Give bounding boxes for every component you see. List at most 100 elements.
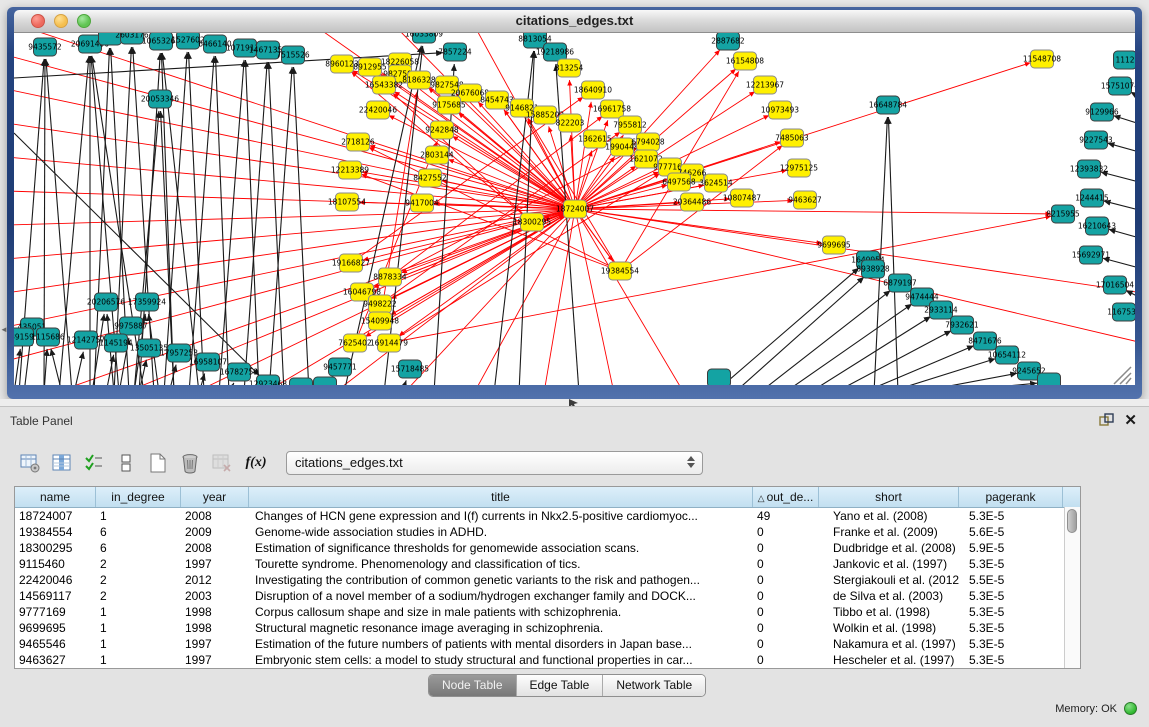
table-cell: 0 bbox=[753, 604, 819, 620]
graph-node-label: 2933114 bbox=[924, 306, 958, 315]
graph-node-label: 9463627 bbox=[788, 196, 822, 205]
table-cell: Corpus callosum shape and size in male p… bbox=[249, 604, 753, 620]
table-cell: 0 bbox=[753, 588, 819, 604]
column-header-in_degree[interactable]: in_degree bbox=[96, 487, 181, 507]
table-cell: 5.3E-5 bbox=[959, 620, 1063, 636]
vertical-scrollbar[interactable] bbox=[1064, 507, 1080, 668]
column-header-short[interactable]: short bbox=[819, 487, 959, 507]
graph-node-label: 18724007 bbox=[556, 205, 594, 214]
graph-node-label: 3624514 bbox=[699, 179, 733, 188]
graph-node-label: 8215955 bbox=[1046, 210, 1080, 219]
table-cell: 6 bbox=[96, 524, 181, 540]
table-row[interactable]: 2242004622012Investigating the contribut… bbox=[15, 572, 1080, 588]
close-window-button[interactable] bbox=[31, 14, 45, 28]
table-cell: 0 bbox=[753, 556, 819, 572]
table-cell: 18724007 bbox=[15, 508, 96, 524]
graph-node-label: 8471676 bbox=[968, 337, 1002, 346]
graph-node-label: 16033809 bbox=[405, 33, 443, 39]
memory-status-indicator[interactable] bbox=[1124, 702, 1137, 715]
graph-node-label: 16648784 bbox=[869, 101, 907, 110]
table-cell: 1 bbox=[96, 652, 181, 668]
tab-node-table[interactable]: Node Table bbox=[429, 675, 517, 696]
table-row[interactable]: 911546021997Tourette syndrome. Phenomeno… bbox=[15, 556, 1080, 572]
graph-node[interactable] bbox=[314, 377, 337, 385]
table-header-row: namein_degreeyeartitle△out_de...shortpag… bbox=[15, 487, 1080, 508]
tab-edge-table[interactable]: Edge Table bbox=[517, 675, 604, 696]
table-row[interactable]: 1872400712008Changes of HCN gene express… bbox=[15, 508, 1080, 524]
row-mode-icon[interactable] bbox=[114, 451, 138, 475]
graph-node-label: 9457771 bbox=[323, 363, 357, 372]
graph-node-label: 17359924 bbox=[128, 298, 166, 307]
graph-node-label: 7932621 bbox=[945, 321, 979, 330]
zoom-window-button[interactable] bbox=[77, 14, 91, 28]
table-cell: 9777169 bbox=[15, 604, 96, 620]
table-cell: 2 bbox=[96, 572, 181, 588]
float-window-icon[interactable] bbox=[1099, 413, 1115, 427]
table-cell: 9465546 bbox=[15, 636, 96, 652]
graph-node-label: 10973493 bbox=[761, 106, 799, 115]
scrollbar-thumb[interactable] bbox=[1067, 509, 1077, 533]
function-builder-icon[interactable]: f(x) bbox=[242, 455, 270, 471]
table-row[interactable]: 969969511998Structural magnetic resonanc… bbox=[15, 620, 1080, 636]
table-row[interactable]: 977716911998Corpus callosum shape and si… bbox=[15, 604, 1080, 620]
table-cell: 22420046 bbox=[15, 572, 96, 588]
close-panel-icon[interactable]: ✕ bbox=[1124, 411, 1137, 429]
graph-node-label: 17957253 bbox=[160, 349, 198, 358]
column-header-pagerank[interactable]: pagerank bbox=[959, 487, 1063, 507]
minimize-window-button[interactable] bbox=[54, 14, 68, 28]
panel-collapse-icon[interactable]: ◄ bbox=[0, 326, 8, 334]
canvas-resize-grip-icon[interactable] bbox=[1114, 367, 1131, 384]
graph-node-label: 19384554 bbox=[601, 267, 639, 276]
graph-node-label: 1167533 bbox=[1107, 308, 1135, 317]
window-titlebar[interactable]: citations_edges.txt bbox=[14, 10, 1135, 33]
show-columns-icon[interactable] bbox=[50, 451, 74, 475]
graph-node[interactable] bbox=[290, 378, 313, 385]
graph-node-label: 2718126 bbox=[341, 138, 375, 147]
tab-network-table[interactable]: Network Table bbox=[603, 675, 705, 696]
table-row[interactable]: 1456911722003Disruption of a novel membe… bbox=[15, 588, 1080, 604]
graph-edge bbox=[862, 346, 974, 385]
graph-node-label: 8938928 bbox=[856, 265, 890, 274]
table-cell: 19384554 bbox=[15, 524, 96, 540]
table-cell: 1 bbox=[96, 636, 181, 652]
graph-edge bbox=[734, 277, 864, 385]
table-cell: Jankovic et al. (1997) bbox=[819, 556, 959, 572]
graph-node-label: 9175685 bbox=[432, 101, 466, 110]
column-header-title[interactable]: title bbox=[249, 487, 753, 507]
graph-node-label: 16782759 bbox=[220, 368, 258, 377]
table-cell: Estimation of the future numbers of pati… bbox=[249, 636, 753, 652]
table-cell: 1998 bbox=[181, 604, 249, 620]
graph-edge bbox=[570, 80, 575, 209]
create-column-icon[interactable] bbox=[146, 451, 170, 475]
table-cell: 5.9E-5 bbox=[959, 540, 1063, 556]
table-cell: Yano et al. (2008) bbox=[819, 508, 959, 524]
graph-node[interactable] bbox=[708, 369, 731, 385]
table-cell: Hescheler et al. (1997) bbox=[819, 652, 959, 668]
graph-node-label: 12213389 bbox=[331, 166, 369, 175]
graph-node-label: 9242848 bbox=[425, 126, 459, 135]
table-options-icon[interactable] bbox=[18, 451, 42, 475]
graph-node-label: 813254 bbox=[555, 64, 584, 73]
column-header-name[interactable]: name bbox=[15, 487, 96, 507]
table-row[interactable]: 1830029562008Estimation of significance … bbox=[15, 540, 1080, 556]
table-cell: 1 bbox=[96, 508, 181, 524]
network-canvas[interactable]: 1872400718300295193845549435572206914062… bbox=[14, 33, 1135, 385]
table-selector[interactable]: citations_edges.txt bbox=[286, 451, 703, 475]
graph-node-label: 2803144 bbox=[420, 151, 454, 160]
column-header-out_de[interactable]: △out_de... bbox=[753, 487, 819, 507]
table-row[interactable]: 1938455462009Genome-wide association stu… bbox=[15, 524, 1080, 540]
table-cell: 0 bbox=[753, 524, 819, 540]
graph-node-label: 18640910 bbox=[574, 86, 612, 95]
graph-edge bbox=[14, 349, 20, 385]
table-row[interactable]: 946362711997Embryonic stem cells: a mode… bbox=[15, 652, 1080, 668]
column-header-year[interactable]: year bbox=[181, 487, 249, 507]
table-panel: Table Panel ✕ bbox=[0, 406, 1149, 727]
table-row[interactable]: 946554611997Estimation of the future num… bbox=[15, 636, 1080, 652]
graph-node-label: 12393832 bbox=[1070, 165, 1108, 174]
graph-node-label: 15692971 bbox=[1072, 251, 1110, 260]
trash-icon[interactable] bbox=[178, 451, 202, 475]
graph-node-label: 15718485 bbox=[391, 365, 429, 374]
graph-node[interactable] bbox=[1038, 373, 1061, 385]
graph-edge bbox=[219, 60, 244, 385]
column-checklist-icon[interactable] bbox=[82, 451, 106, 475]
